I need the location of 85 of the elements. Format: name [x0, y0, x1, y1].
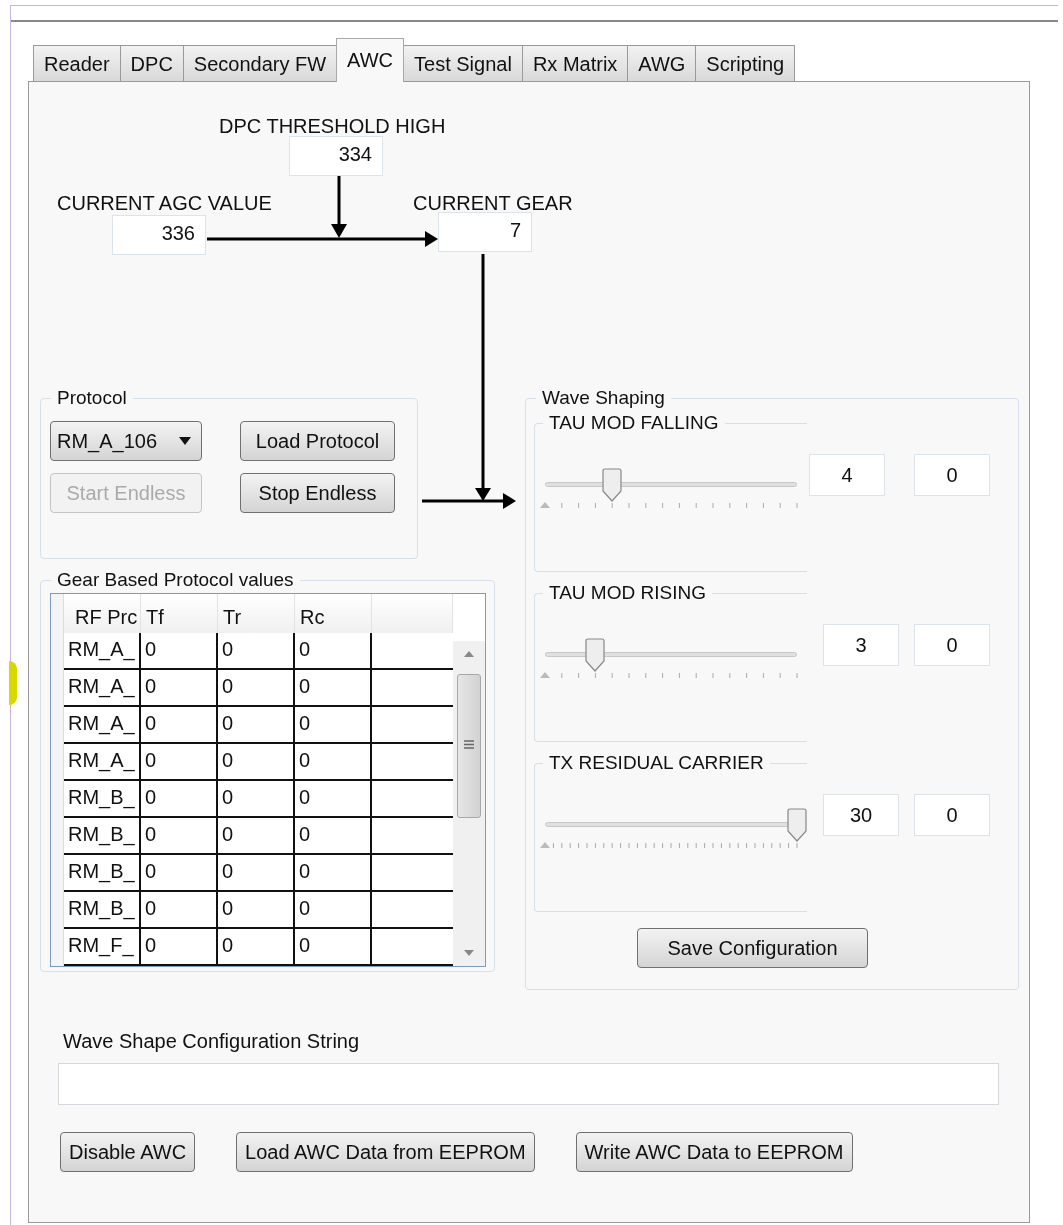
value-field[interactable]: 3	[823, 624, 899, 666]
tab[interactable]: Scripting	[695, 45, 796, 82]
table-cell: 0	[295, 929, 372, 966]
table-cell: 0	[218, 670, 295, 707]
tab[interactable]: AWC	[336, 38, 405, 82]
table-cell: 0	[295, 670, 372, 707]
offset-field[interactable]: 0	[914, 794, 990, 836]
table-cell: 0	[295, 633, 372, 670]
table-cell: RM_B_	[64, 818, 141, 855]
tab[interactable]: Reader	[33, 45, 121, 82]
slider-thumb[interactable]	[602, 468, 623, 502]
table-cell: 0	[295, 707, 372, 744]
table-cell: 0	[141, 818, 218, 855]
table-cell: 0	[218, 929, 295, 966]
tab[interactable]: DPC	[119, 45, 184, 82]
column-header[interactable]: RF Prc	[64, 594, 141, 633]
field-label: CURRENT AGC VALUE	[57, 192, 272, 215]
table-cell: RM_A_	[64, 670, 141, 707]
table-cell: 0	[141, 707, 218, 744]
scrollbar[interactable]	[453, 641, 485, 966]
value-field[interactable]: 4	[809, 454, 885, 496]
table-cell: RM_F_	[64, 929, 141, 966]
table-cell: 0	[218, 892, 295, 929]
tab[interactable]: Test Signal	[403, 45, 523, 82]
group-title: TAU MOD RISING	[548, 582, 707, 604]
table-cell: 0	[141, 781, 218, 818]
protocol-dropdown[interactable]: RM_A_106	[50, 421, 202, 461]
table-cell: RM_B_	[64, 781, 141, 818]
button[interactable]: Load AWC Data from EEPROM	[236, 1132, 535, 1172]
button[interactable]: Write AWC Data to EEPROM	[575, 1132, 853, 1172]
threshold-field[interactable]: 334	[289, 136, 383, 176]
field-label: DPC THRESHOLD HIGH	[219, 115, 446, 138]
table-cell: 0	[295, 781, 372, 818]
status-light	[9, 661, 17, 705]
column-header[interactable]: Rc	[295, 594, 372, 633]
table-cell: RM_A_	[64, 707, 141, 744]
save-button[interactable]: Save Configuration	[637, 928, 868, 968]
field-label: Wave Shape Configuration String	[63, 1030, 361, 1053]
tab[interactable]: AWG	[627, 45, 697, 82]
caret-icon	[179, 437, 191, 445]
table-cell: 0	[141, 633, 218, 670]
grip-icon	[464, 740, 474, 749]
group-title: Protocol	[56, 387, 128, 409]
table-cell: 0	[141, 855, 218, 892]
table-cell: 0	[218, 855, 295, 892]
gear-field[interactable]: 7	[438, 212, 532, 252]
table-cell: 0	[218, 707, 295, 744]
table-cell: RM_A_	[64, 633, 141, 670]
group-title: Gear Based Protocol values	[56, 569, 295, 591]
button[interactable]: Load Protocol	[240, 421, 395, 461]
table-cell: RM_A_	[64, 744, 141, 781]
table-cell: RM_B_	[64, 855, 141, 892]
column-header[interactable]: Tf	[141, 594, 218, 633]
tab[interactable]: Secondary FW	[182, 45, 338, 82]
offset-field[interactable]: 0	[914, 624, 990, 666]
group-title: TAU MOD FALLING	[548, 412, 720, 434]
scroll-thumb[interactable]	[457, 674, 481, 818]
button[interactable]: Stop Endless	[240, 473, 395, 513]
slider-thumb[interactable]	[787, 808, 807, 842]
tab[interactable]: Rx Matrix	[521, 45, 629, 82]
group-title: TX RESIDUAL CARRIER	[548, 752, 765, 774]
scroll-up-icon[interactable]	[464, 651, 474, 657]
table-cell: 0	[141, 892, 218, 929]
scroll-down-icon[interactable]	[464, 950, 474, 956]
table-cell: 0	[295, 892, 372, 929]
table-cell: 0	[218, 818, 295, 855]
table-cell: 0	[295, 855, 372, 892]
table-cell: 0	[218, 633, 295, 670]
value-field[interactable]: 30	[823, 794, 899, 836]
table-cell: 0	[141, 670, 218, 707]
column-header[interactable]: Tr	[218, 594, 295, 633]
table-cell: 0	[218, 781, 295, 818]
table-cell: 0	[141, 929, 218, 966]
offset-field[interactable]: 0	[914, 454, 990, 496]
table-cell: 0	[295, 744, 372, 781]
table-cell: 0	[218, 744, 295, 781]
table-cell: 0	[141, 744, 218, 781]
table-cell: 0	[295, 818, 372, 855]
field-label: CURRENT GEAR	[413, 192, 573, 215]
button[interactable]: Disable AWC	[60, 1132, 196, 1172]
config-string-field[interactable]	[58, 1063, 999, 1105]
table-cell: RM_B_	[64, 892, 141, 929]
group-title: Wave Shaping	[541, 387, 666, 409]
slider-thumb[interactable]	[585, 638, 606, 672]
agc-value-field[interactable]: 336	[112, 215, 206, 255]
